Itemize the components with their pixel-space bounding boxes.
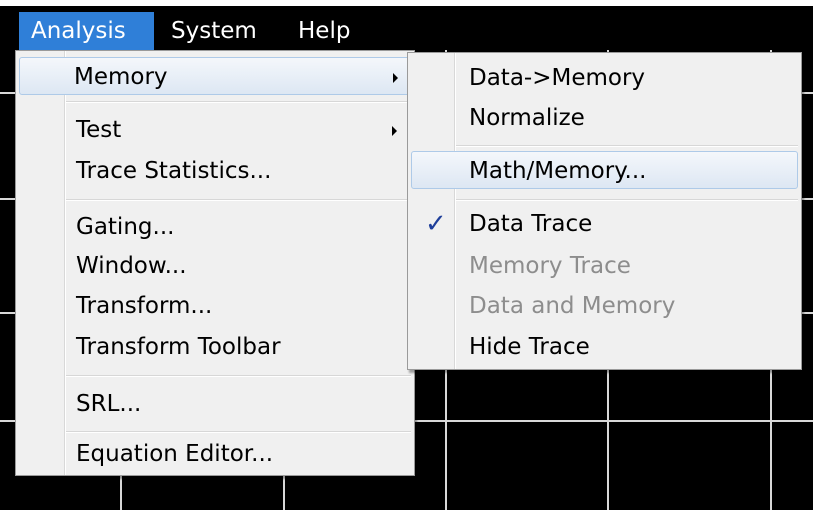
menu-item-label: Test bbox=[76, 117, 122, 143]
menu-item-transform[interactable]: Transform... bbox=[19, 287, 411, 325]
menu-help[interactable]: Help bbox=[286, 12, 362, 50]
menu-analysis-label: Analysis bbox=[31, 18, 126, 44]
menu-item-label: Math/Memory... bbox=[469, 158, 647, 184]
menu-item-transform-toolbar[interactable]: Transform Toolbar bbox=[19, 328, 411, 366]
checkmark-icon: ✓ bbox=[425, 209, 447, 239]
menu-item-label: Window... bbox=[76, 253, 187, 279]
menu-item-label: Memory bbox=[74, 64, 168, 90]
window-top-border bbox=[0, 0, 813, 6]
menu-item-data-to-memory[interactable]: Data->Memory bbox=[411, 59, 798, 97]
menu-system-label: System bbox=[171, 18, 257, 44]
menu-item-label: SRL... bbox=[76, 391, 142, 417]
menu-separator bbox=[66, 199, 411, 201]
menu-item-memory[interactable]: Memory bbox=[19, 57, 411, 95]
menu-item-label: Data->Memory bbox=[469, 65, 646, 91]
menu-item-srl[interactable]: SRL... bbox=[19, 385, 411, 423]
menu-separator bbox=[66, 101, 411, 103]
chevron-right-icon bbox=[392, 126, 397, 136]
menu-item-label: Transform... bbox=[76, 293, 213, 319]
menu-item-label: Hide Trace bbox=[469, 334, 590, 360]
menu-item-window[interactable]: Window... bbox=[19, 247, 411, 285]
menu-item-label: Gating... bbox=[76, 214, 175, 240]
menu-item-test[interactable]: Test bbox=[19, 111, 411, 149]
menu-item-equation-editor[interactable]: Equation Editor... bbox=[19, 435, 411, 473]
menu-item-label: Trace Statistics... bbox=[76, 158, 272, 184]
menu-separator bbox=[66, 375, 411, 377]
menu-item-normalize[interactable]: Normalize bbox=[411, 99, 798, 137]
menu-item-gating[interactable]: Gating... bbox=[19, 208, 411, 246]
menu-separator bbox=[456, 145, 798, 147]
menu-item-label: Equation Editor... bbox=[76, 441, 274, 467]
menu-item-label: Data Trace bbox=[469, 211, 593, 237]
memory-submenu: Data->Memory Normalize Math/Memory... ✓ … bbox=[407, 52, 802, 370]
menu-item-math-memory[interactable]: Math/Memory... bbox=[411, 151, 798, 189]
menu-item-label: Memory Trace bbox=[469, 253, 631, 279]
menu-item-hide-trace[interactable]: Hide Trace bbox=[411, 328, 798, 366]
menu-item-label: Normalize bbox=[469, 105, 585, 131]
menu-item-label: Data and Memory bbox=[469, 293, 676, 319]
menu-separator bbox=[66, 431, 411, 433]
menu-help-label: Help bbox=[298, 18, 351, 44]
menu-system[interactable]: System bbox=[159, 12, 269, 50]
menu-analysis[interactable]: Analysis bbox=[19, 12, 154, 50]
menu-separator bbox=[456, 199, 798, 201]
menu-item-memory-trace[interactable]: Memory Trace bbox=[411, 247, 798, 285]
menu-item-label: Transform Toolbar bbox=[76, 334, 281, 360]
menu-item-data-trace[interactable]: ✓ Data Trace bbox=[411, 205, 798, 243]
chevron-right-icon bbox=[393, 73, 398, 83]
menu-item-trace-statistics[interactable]: Trace Statistics... bbox=[19, 152, 411, 190]
analysis-menu: Memory Test Trace Statistics... Gating..… bbox=[15, 50, 415, 476]
menu-bar: Analysis System Help bbox=[0, 0, 813, 50]
menu-item-data-and-memory[interactable]: Data and Memory bbox=[411, 287, 798, 325]
